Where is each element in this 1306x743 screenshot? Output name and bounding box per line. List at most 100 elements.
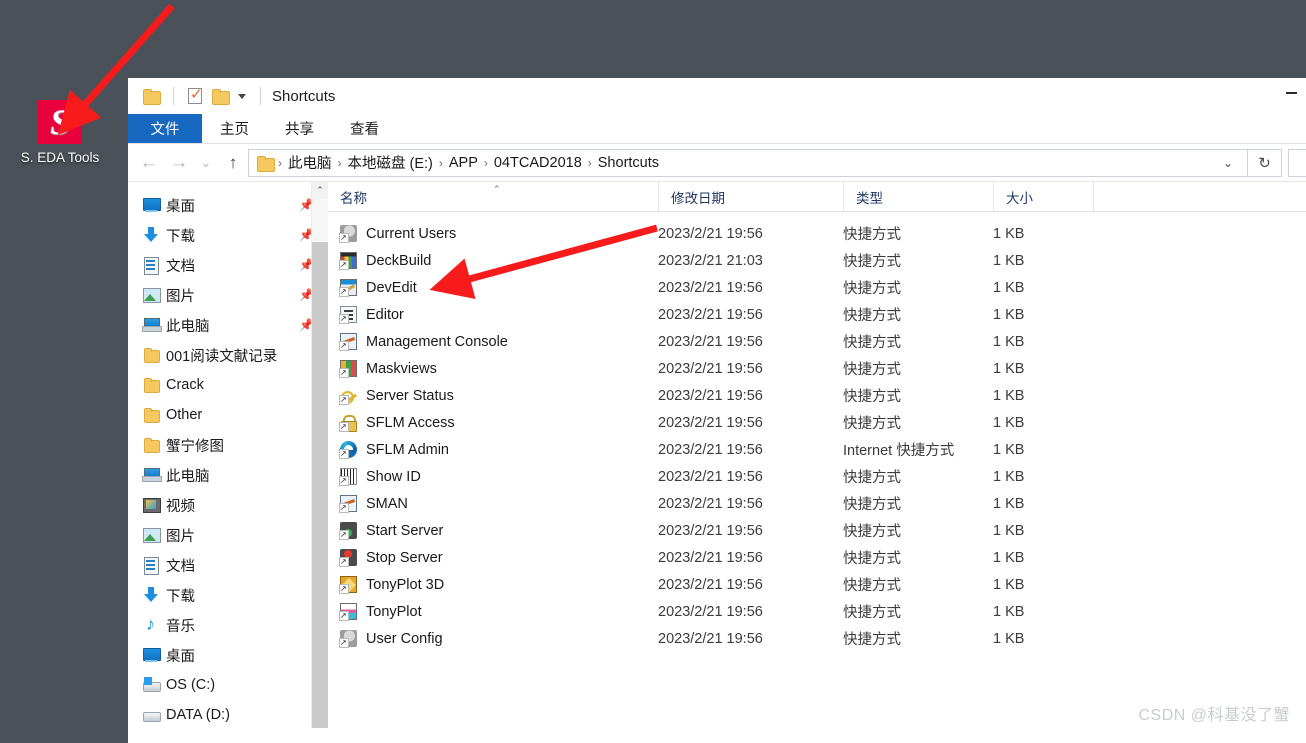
file-name: Maskviews xyxy=(366,360,437,377)
table-row[interactable]: ↗ SFLM Admin 2023/2/21 19:56 Internet 快捷方式 1… xyxy=(328,436,1306,463)
table-row[interactable]: ↗ DeckBuild 2023/2/21 21:03 快捷方式 1 KB xyxy=(328,247,1306,274)
nav-item-label: 蟹宁修图 xyxy=(166,438,224,455)
nav-item-音乐[interactable]: 音乐 xyxy=(128,610,328,640)
file-name: TonyPlot xyxy=(366,603,422,620)
nav-item-OS (C:)[interactable]: OS (C:) xyxy=(128,670,328,700)
cell-date: 2023/2/21 19:56 xyxy=(658,387,763,404)
nav-item-label: 此电脑 xyxy=(166,318,210,335)
table-row[interactable]: ↗ Editor 2023/2/21 19:56 快捷方式 1 KB xyxy=(328,301,1306,328)
table-row[interactable]: ↗ Maskviews 2023/2/21 19:56 快捷方式 1 KB xyxy=(328,355,1306,382)
cell-name: ↗ SMAN xyxy=(328,490,658,517)
qat-folder-button[interactable] xyxy=(138,84,164,108)
column-header-name[interactable]: 名称 ⌃ xyxy=(328,182,658,212)
address-dropdown-icon[interactable]: ⌄ xyxy=(1215,156,1241,170)
breadcrumb-item-3[interactable]: 04TCAD2018 xyxy=(489,155,587,171)
properties-icon: ✓ xyxy=(188,86,203,104)
folder-icon xyxy=(143,89,161,105)
nav-item-001阅读文献记录[interactable]: 001阅读文献记录 xyxy=(128,340,328,370)
recent-locations-button[interactable]: ⌄ xyxy=(194,148,218,178)
chevron-down-icon xyxy=(238,93,246,99)
nav-item-此电脑[interactable]: 此电脑 📌 xyxy=(128,310,328,340)
tab-share-label: 共享 xyxy=(285,122,314,138)
back-icon: ← xyxy=(139,152,159,173)
navigation-scrollbar[interactable]: ⌃ xyxy=(311,182,328,728)
tab-home[interactable]: 主页 xyxy=(202,114,267,143)
table-row[interactable]: ↗ Show ID 2023/2/21 19:56 快捷方式 1 KB xyxy=(328,463,1306,490)
cell-size: 1 KB xyxy=(993,279,1025,296)
cell-size: 1 KB xyxy=(993,603,1025,620)
cell-date: 2023/2/21 19:56 xyxy=(658,306,763,323)
nav-item-此电脑[interactable]: 此电脑 xyxy=(128,460,328,490)
nav-item-桌面[interactable]: 桌面 xyxy=(128,640,328,670)
ribbon-tabs: 文件 主页 共享 查看 xyxy=(128,114,1306,144)
folder-icon xyxy=(142,377,160,393)
qat-new-folder-button[interactable] xyxy=(207,84,233,108)
nav-item-下载[interactable]: 下载 📌 xyxy=(128,220,328,250)
up-button[interactable]: ↑ xyxy=(218,148,248,178)
breadcrumb-item-1[interactable]: 本地磁盘 (E:) xyxy=(343,152,438,173)
qat-properties-button[interactable]: ✓ xyxy=(183,84,207,108)
table-row[interactable]: ↗ Stop Server 2023/2/21 19:56 快捷方式 1 KB xyxy=(328,544,1306,571)
file-name: Start Server xyxy=(366,522,444,539)
nav-item-文档[interactable]: 文档 xyxy=(128,550,328,580)
breadcrumb-item-4[interactable]: Shortcuts xyxy=(593,155,664,171)
table-row[interactable]: ↗ SFLM Access 2023/2/21 19:56 快捷方式 1 KB xyxy=(328,409,1306,436)
cell-type: 快捷方式 xyxy=(843,227,901,243)
refresh-button[interactable]: ↻ xyxy=(1248,148,1282,177)
cell-type: 快捷方式 xyxy=(843,281,901,297)
cell-size: 1 KB xyxy=(993,225,1025,242)
qat-customize-button[interactable] xyxy=(233,84,251,108)
table-row[interactable]: ↗ Server Status 2023/2/21 19:56 快捷方式 1 KB xyxy=(328,382,1306,409)
cell-type: 快捷方式 xyxy=(843,551,901,567)
nav-item-文档[interactable]: 文档 📌 xyxy=(128,250,328,280)
nav-item-下载[interactable]: 下载 xyxy=(128,580,328,610)
breadcrumb-item-2[interactable]: APP xyxy=(444,155,483,171)
table-row[interactable]: ↗ Start Server 2023/2/21 19:56 快捷方式 1 KB xyxy=(328,517,1306,544)
cell-size: 1 KB xyxy=(993,414,1025,431)
cell-name: ↗ Stop Server xyxy=(328,544,658,571)
nav-item-label: Crack xyxy=(166,377,204,393)
column-header-type[interactable]: 类型 xyxy=(843,182,993,212)
tab-file[interactable]: 文件 xyxy=(128,114,202,143)
table-row[interactable]: ↗ TonyPlot 3D 2023/2/21 19:56 快捷方式 1 KB xyxy=(328,571,1306,598)
column-header-date[interactable]: 修改日期 xyxy=(658,182,843,212)
nav-item-蟹宁修图[interactable]: 蟹宁修图 xyxy=(128,430,328,460)
table-row[interactable]: ↗ SMAN 2023/2/21 19:56 快捷方式 1 KB xyxy=(328,490,1306,517)
tp3d-icon: ↗ xyxy=(339,576,357,594)
table-row[interactable]: ↗ User Config 2023/2/21 19:56 快捷方式 1 KB xyxy=(328,625,1306,652)
nav-item-图片[interactable]: 图片 📌 xyxy=(128,280,328,310)
minimize-button[interactable] xyxy=(1268,78,1306,108)
table-row[interactable]: ↗ TonyPlot 2023/2/21 19:56 快捷方式 1 KB xyxy=(328,598,1306,625)
cell-date: 2023/2/21 19:56 xyxy=(658,522,763,539)
nav-item-图片[interactable]: 图片 xyxy=(128,520,328,550)
scroll-up-button[interactable]: ⌃ xyxy=(312,182,328,199)
tab-view-label: 查看 xyxy=(350,122,379,138)
search-input[interactable] xyxy=(1288,148,1306,177)
cell-type: 快捷方式 xyxy=(843,632,901,648)
nav-item-DATA (D:)[interactable]: DATA (D:) xyxy=(128,700,328,728)
nav-item-Crack[interactable]: Crack xyxy=(128,370,328,400)
nav-item-label: 下载 xyxy=(166,588,195,605)
breadcrumb-item-0[interactable]: 此电脑 xyxy=(283,152,337,173)
cell-size: 1 KB xyxy=(993,252,1025,269)
pc-icon xyxy=(142,467,162,483)
column-header-date-label: 修改日期 xyxy=(671,190,725,206)
table-row[interactable]: ↗ Current Users 2023/2/21 19:56 快捷方式 1 KB xyxy=(328,220,1306,247)
nav-item-Other[interactable]: Other xyxy=(128,400,328,430)
table-row[interactable]: ↗ Management Console 2023/2/21 19:56 快捷方式 1 … xyxy=(328,328,1306,355)
table-row[interactable]: ↗ DevEdit 2023/2/21 19:56 快捷方式 1 KB xyxy=(328,274,1306,301)
back-button[interactable]: ← xyxy=(134,148,164,178)
forward-button[interactable]: → xyxy=(164,148,194,178)
tab-share[interactable]: 共享 xyxy=(267,114,332,143)
address-bar[interactable]: › 此电脑 › 本地磁盘 (E:) › APP › 04TCAD2018 › S… xyxy=(248,148,1248,177)
scrollbar-thumb[interactable] xyxy=(312,242,328,728)
desktop-icon-eda-tools[interactable]: S S. EDA Tools xyxy=(16,100,104,165)
file-list-pane: 名称 ⌃ 修改日期 类型 大小 ↗ Current Users 2023/2/21 … xyxy=(328,182,1306,728)
tab-view[interactable]: 查看 xyxy=(332,114,397,143)
column-header-size[interactable]: 大小 xyxy=(993,182,1093,212)
nav-item-视频[interactable]: 视频 xyxy=(128,490,328,520)
nav-item-桌面[interactable]: 桌面 📌 xyxy=(128,190,328,220)
cell-name: ↗ DevEdit xyxy=(328,274,658,301)
pc-icon xyxy=(142,317,162,333)
cell-name: ↗ Server Status xyxy=(328,382,658,409)
